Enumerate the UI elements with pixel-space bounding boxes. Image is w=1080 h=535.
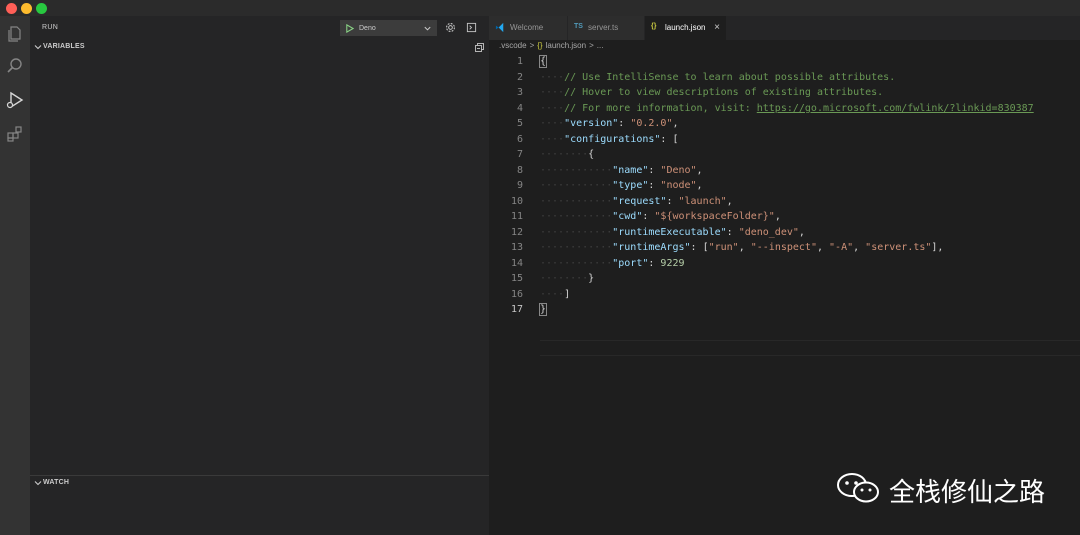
code-line: ············"runtimeExecutable": "deno_d… — [540, 227, 805, 238]
minimize-window-button[interactable] — [21, 3, 32, 14]
code-line: ············"name": "Deno", — [540, 165, 703, 176]
line-number: 6 — [516, 134, 523, 145]
code-line: ············"request": "launch", — [540, 196, 733, 207]
code-line: ····// For more information, visit: http… — [540, 103, 1034, 114]
chevron-down-icon — [34, 481, 42, 486]
line-number: 10 — [510, 196, 523, 207]
watch-section-header[interactable]: WATCH — [30, 475, 489, 489]
maximize-window-button[interactable] — [36, 3, 47, 14]
line-number: 14 — [510, 258, 523, 269]
code-line: ············"type": "node", — [540, 180, 703, 191]
editor-tabs: Welcome TS server.ts {} launch.json × — [489, 16, 1080, 40]
close-icon[interactable]: × — [714, 22, 720, 33]
line-number: 12 — [510, 227, 523, 238]
tab-launch-json[interactable]: {} launch.json × — [645, 16, 727, 40]
code-line: ····// Hover to view descriptions of exi… — [540, 87, 884, 98]
code-line: } — [538, 303, 548, 316]
run-sidebar: RUN Deno VARIABLES WATCH — [30, 16, 489, 535]
code-line: ········{ — [540, 149, 595, 160]
title-bar — [0, 0, 1080, 16]
typescript-icon: TS — [574, 23, 583, 30]
line-number: 17 — [510, 304, 523, 315]
json-icon: {} — [537, 41, 543, 50]
variables-section-header[interactable]: VARIABLES — [30, 40, 489, 54]
breadcrumb-file[interactable]: launch.json — [546, 41, 586, 50]
activity-bar — [0, 16, 30, 535]
launch-config-label: Deno — [359, 25, 376, 32]
line-number: 9 — [516, 180, 523, 191]
vscode-icon — [495, 22, 504, 33]
files-icon[interactable] — [5, 24, 25, 44]
code-line: ············"runtimeArgs": ["run", "--in… — [540, 242, 944, 253]
line-number: 2 — [516, 72, 523, 83]
tab-server-ts[interactable]: TS server.ts — [568, 16, 645, 40]
code-line: ············"port": 9229 — [540, 258, 685, 269]
chevron-right-icon: > — [529, 41, 535, 50]
gear-icon[interactable] — [445, 22, 456, 33]
watermark-text: 全栈修仙之路 — [889, 478, 1046, 508]
editor-area: Welcome TS server.ts {} launch.json × .v… — [489, 16, 1080, 535]
line-number: 1 — [516, 56, 523, 67]
collapse-all-icon[interactable] — [475, 43, 484, 52]
line-number: 8 — [516, 165, 523, 176]
line-number: 7 — [516, 149, 523, 160]
line-number: 4 — [516, 103, 523, 114]
play-icon[interactable] — [345, 24, 354, 33]
code-line: ············"cwd": "${workspaceFolder}", — [540, 211, 781, 222]
run-header: RUN Deno — [30, 16, 489, 40]
code-line: ····] — [540, 289, 571, 300]
tab-label: server.ts — [588, 23, 619, 32]
close-window-button[interactable] — [6, 3, 17, 14]
code-line: ········} — [540, 273, 595, 284]
search-icon[interactable] — [5, 56, 25, 76]
breadcrumb: .vscode >{} launch.json >... — [499, 41, 606, 53]
code-line: ····"version": "0.2.0", — [540, 118, 679, 129]
code-line: { — [538, 55, 548, 68]
line-number: 11 — [510, 211, 523, 222]
line-number: 16 — [510, 289, 523, 300]
line-number: 5 — [516, 118, 523, 129]
watch-label: WATCH — [43, 479, 70, 486]
run-debug-icon[interactable] — [5, 90, 25, 110]
line-number: 13 — [510, 242, 523, 253]
current-line-highlight — [540, 340, 1080, 356]
run-title: RUN — [42, 24, 59, 31]
extensions-icon[interactable] — [5, 124, 25, 144]
chevron-down-icon — [34, 45, 42, 50]
fwlink-link[interactable]: https://go.microsoft.com/fwlink/?linkid=… — [757, 103, 1034, 114]
launch-config-select[interactable]: Deno — [340, 20, 437, 36]
tab-label: Welcome — [510, 23, 544, 32]
debug-console-icon[interactable] — [466, 22, 477, 33]
tab-welcome[interactable]: Welcome — [489, 16, 568, 40]
chevron-down-icon — [424, 26, 431, 31]
wechat-icon — [837, 473, 879, 503]
tab-label: launch.json — [665, 23, 706, 32]
chevron-right-icon: > — [589, 41, 594, 50]
variables-label: VARIABLES — [43, 43, 85, 50]
line-number: 3 — [516, 87, 523, 98]
breadcrumb-folder[interactable]: .vscode — [499, 41, 527, 50]
breadcrumb-more[interactable]: ... — [597, 41, 604, 50]
code-line: ····"configurations": [ — [540, 134, 679, 145]
json-icon: {} — [651, 23, 657, 30]
line-number: 15 — [510, 273, 523, 284]
code-line: ····// Use IntelliSense to learn about p… — [540, 72, 896, 83]
